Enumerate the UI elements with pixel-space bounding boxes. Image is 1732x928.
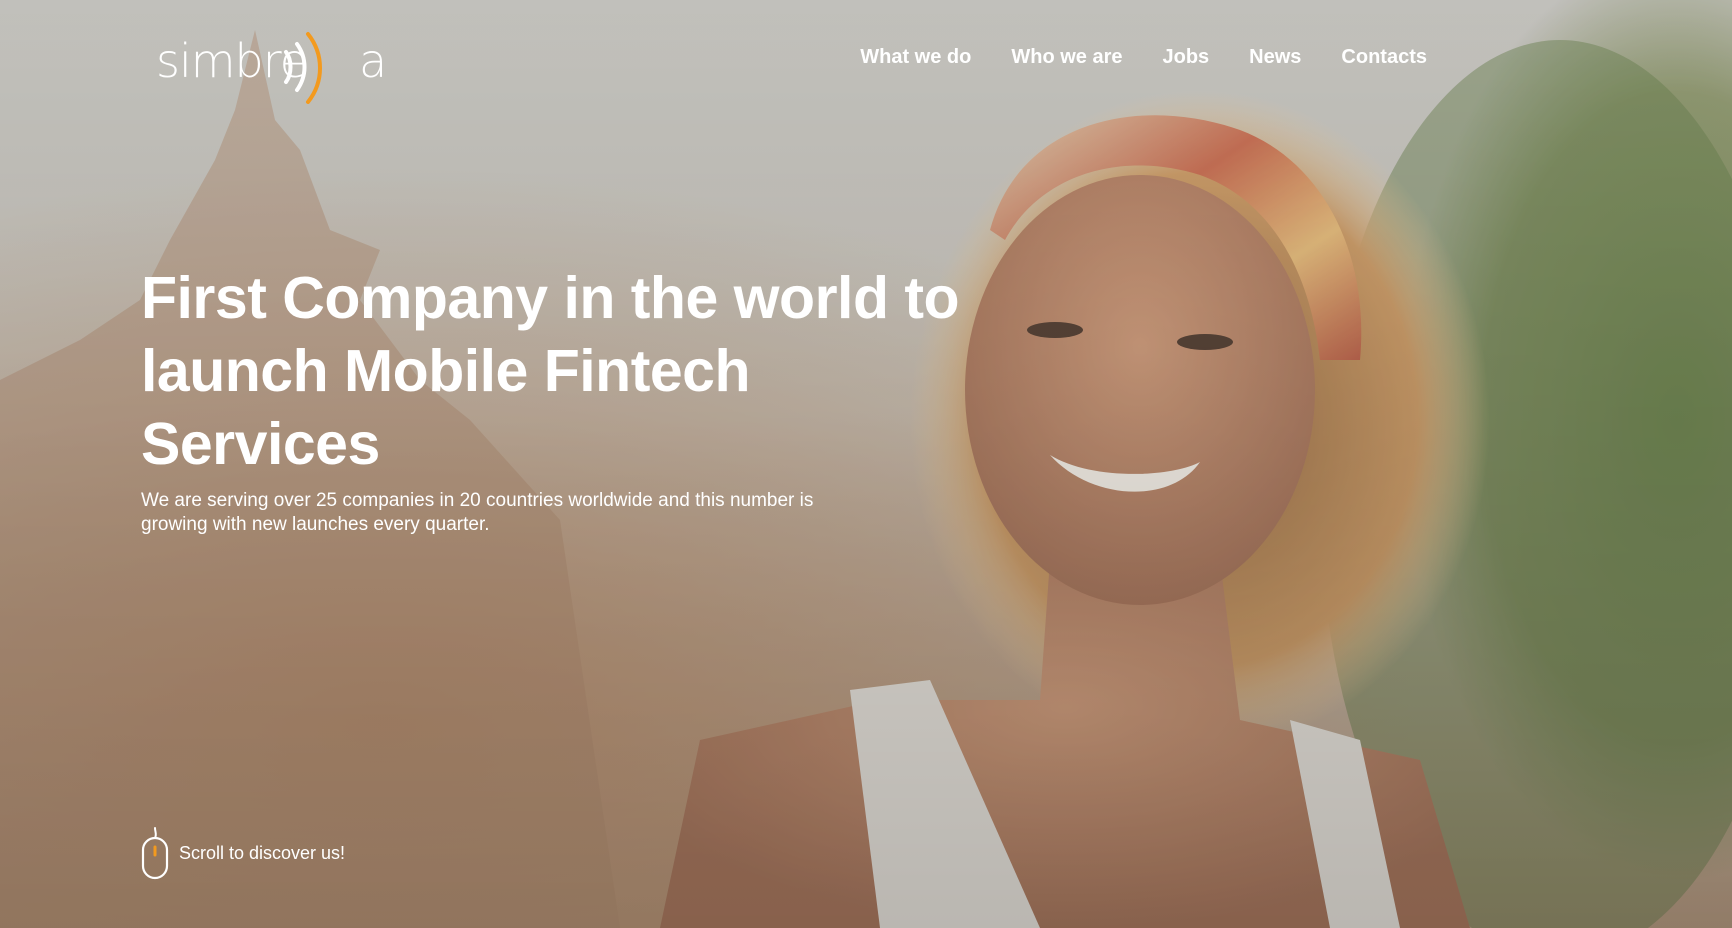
hero-subtitle: We are serving over 25 companies in 20 c… <box>141 490 814 535</box>
scroll-hint[interactable]: Scroll to discover us! <box>141 826 345 880</box>
brand-logo[interactable]: simbre a <box>156 32 387 110</box>
nav-item-contacts[interactable]: Contacts <box>1341 46 1427 69</box>
logo-wordmark: simbre a <box>156 34 387 88</box>
nav-item-jobs[interactable]: Jobs <box>1162 46 1209 69</box>
signal-waves-icon <box>284 32 322 104</box>
hero-title: First Company in the world to launch Mob… <box>141 265 960 477</box>
nav-item-who-we-are[interactable]: Who we are <box>1011 46 1122 69</box>
nav-item-what-we-do[interactable]: What we do <box>860 46 971 69</box>
nav-item-news[interactable]: News <box>1249 46 1301 69</box>
scroll-label: Scroll to discover us! <box>179 842 346 863</box>
mouse-icon <box>141 827 169 880</box>
main-nav: What we do Who we are Jobs News Contacts <box>860 46 1427 69</box>
